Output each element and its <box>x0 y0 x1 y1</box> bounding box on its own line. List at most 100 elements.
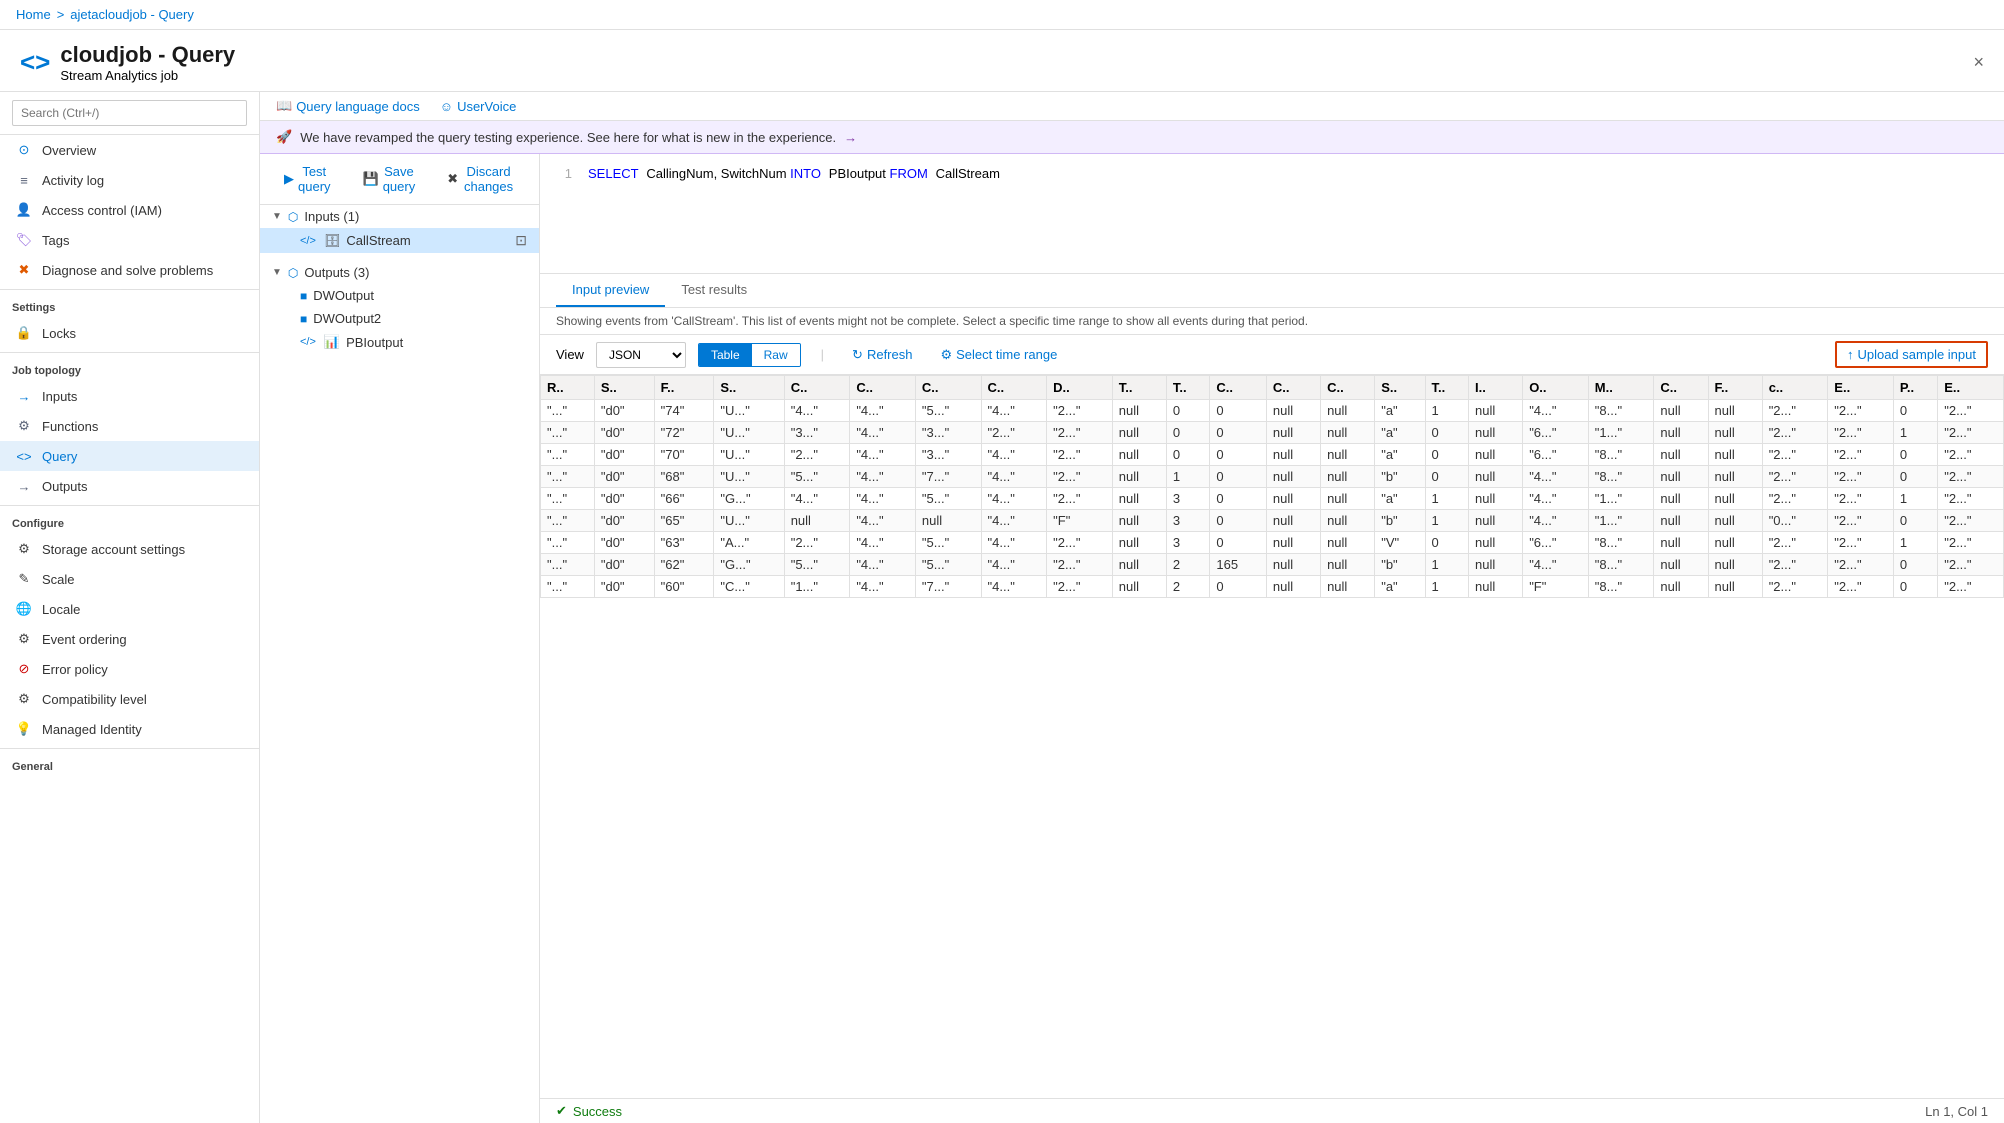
table-cell: "2..." <box>1762 532 1828 554</box>
table-cell: "4..." <box>850 510 916 532</box>
view-format-select[interactable]: JSON CSV AVRO <box>596 342 686 368</box>
table-cell: 2 <box>1166 576 1210 598</box>
table-cell: "2..." <box>1762 422 1828 444</box>
table-cell: null <box>1112 510 1166 532</box>
table-cell: null <box>1708 532 1762 554</box>
table-cell: "2..." <box>1828 488 1894 510</box>
dwoutput-node[interactable]: ■ DWOutput <box>260 284 539 307</box>
select-time-range-button[interactable]: ⚙ Select time range <box>932 343 1065 367</box>
table-cell: "2..." <box>1047 422 1113 444</box>
uservoice-link[interactable]: ☺ UserVoice <box>440 99 517 114</box>
content-area: 📖 Query language docs ☺ UserVoice 🚀 We h… <box>260 92 2004 1123</box>
table-cell: "d0" <box>594 510 654 532</box>
sidebar-item-outputs[interactable]: → Outputs <box>0 471 259 501</box>
access-control-icon: 👤 <box>16 202 32 218</box>
table-row: "...""d0""68""U...""5...""4...""7...""4.… <box>541 466 2004 488</box>
table-cell: null <box>1266 466 1320 488</box>
table-cell: 1 <box>1425 510 1469 532</box>
table-cell: 3 <box>1166 488 1210 510</box>
outputs-tree-node[interactable]: ▼ ⬡ Outputs (3) <box>260 261 539 284</box>
sidebar-item-inputs[interactable]: → Inputs <box>0 381 259 411</box>
inputs-tree-node[interactable]: ▼ ⬡ Inputs (1) <box>260 205 539 228</box>
table-cell: null <box>1654 444 1708 466</box>
discard-changes-button[interactable]: ✖ Discard changes <box>439 160 523 198</box>
sidebar-item-managed-identity[interactable]: 💡 Managed Identity <box>0 714 259 744</box>
table-cell: "d0" <box>594 576 654 598</box>
success-icon: ✔ <box>556 1103 567 1119</box>
table-cell: "68" <box>654 466 714 488</box>
table-cell: "60" <box>654 576 714 598</box>
editor-line-1: 1 SELECT CallingNum, SwitchNum INTO PBIo… <box>540 166 2004 182</box>
toggle-table-button[interactable]: Table <box>699 344 752 366</box>
toggle-raw-button[interactable]: Raw <box>752 344 800 366</box>
table-row: "...""d0""63""A...""2...""4...""5...""4.… <box>541 532 2004 554</box>
test-query-button[interactable]: ▶ Test query <box>276 160 339 198</box>
dwoutput2-node[interactable]: ■ DWOutput2 <box>260 307 539 330</box>
pbioutput-node[interactable]: </> 📊 PBIoutput <box>260 330 539 354</box>
column-header: O.. <box>1523 376 1589 400</box>
sidebar-item-locale[interactable]: 🌐 Locale <box>0 594 259 624</box>
column-header: E.. <box>1828 376 1894 400</box>
sidebar-item-functions[interactable]: ⚙ Functions <box>0 411 259 441</box>
table-cell: null <box>1321 422 1375 444</box>
locks-icon: 🔒 <box>16 325 32 341</box>
inputs-node-label: Inputs (1) <box>304 209 359 224</box>
sidebar-item-compatibility[interactable]: ⚙ Compatibility level <box>0 684 259 714</box>
table-cell: "2..." <box>1762 466 1828 488</box>
upload-sample-input-button[interactable]: ↑ Upload sample input <box>1835 341 1988 368</box>
table-raw-toggle: Table Raw <box>698 343 801 367</box>
table-cell: null <box>1708 422 1762 444</box>
table-cell: null <box>1708 400 1762 422</box>
table-cell: 0 <box>1210 532 1267 554</box>
sidebar-item-activity-log[interactable]: ≡ Activity log <box>0 165 259 195</box>
callstream-node[interactable]: </> 🗄 CallStream ⊡ <box>260 228 539 253</box>
sidebar-item-diagnose[interactable]: ✖ Diagnose and solve problems <box>0 255 259 285</box>
table-cell: "b" <box>1375 510 1425 532</box>
table-cell: "4..." <box>1523 488 1589 510</box>
callstream-db-icon: 🗄 <box>324 233 341 249</box>
sidebar-item-label: Error policy <box>42 662 108 677</box>
sidebar-item-error-policy[interactable]: ⊘ Error policy <box>0 654 259 684</box>
table-cell: 0 <box>1893 554 1937 576</box>
table-cell: 0 <box>1210 444 1267 466</box>
sidebar-item-event-ordering[interactable]: ⚙ Event ordering <box>0 624 259 654</box>
kw-select: SELECT <box>588 166 639 181</box>
table-cell: "U..." <box>714 466 784 488</box>
code-text: SELECT CallingNum, SwitchNum INTO PBIout… <box>588 166 1000 182</box>
code-editor[interactable]: 1 SELECT CallingNum, SwitchNum INTO PBIo… <box>540 154 2004 274</box>
sidebar-item-overview[interactable]: ⊙ Overview <box>0 135 259 165</box>
sidebar-item-locks[interactable]: 🔒 Locks <box>0 318 259 348</box>
table-cell: 3 <box>1166 510 1210 532</box>
table-cell: "A..." <box>714 532 784 554</box>
notice-arrow[interactable]: → <box>844 130 857 145</box>
table-cell: null <box>1708 576 1762 598</box>
table-cell: 3 <box>1166 532 1210 554</box>
sidebar-item-tags[interactable]: 🏷 Tags <box>0 225 259 255</box>
outputs-node-label: Outputs (3) <box>304 265 369 280</box>
tab-test-results[interactable]: Test results <box>665 274 763 307</box>
refresh-button[interactable]: ↻ Refresh <box>844 343 920 367</box>
search-input[interactable] <box>12 100 247 126</box>
table-cell: "2..." <box>1047 488 1113 510</box>
table-cell: "a" <box>1375 422 1425 444</box>
query-icon: <> <box>16 448 32 464</box>
sidebar-item-scale[interactable]: ✎ Scale <box>0 564 259 594</box>
compatibility-icon: ⚙ <box>16 691 32 707</box>
sidebar-item-label: Inputs <box>42 389 77 404</box>
sidebar-item-storage-account[interactable]: ⚙ Storage account settings <box>0 534 259 564</box>
query-lang-docs-link[interactable]: 📖 Query language docs <box>276 98 420 114</box>
table-cell: null <box>1266 488 1320 510</box>
activity-log-icon: ≡ <box>16 172 32 188</box>
divider-line: | <box>821 347 824 362</box>
dwoutput2-icon: ■ <box>300 312 307 326</box>
sidebar-item-query[interactable]: <> Query <box>0 441 259 471</box>
sidebar-item-access-control[interactable]: 👤 Access control (IAM) <box>0 195 259 225</box>
dwoutput-label: DWOutput <box>313 288 374 303</box>
table-cell: "2..." <box>1828 554 1894 576</box>
configure-section-label: Configure <box>0 510 259 534</box>
table-cell: "63" <box>654 532 714 554</box>
close-button[interactable]: × <box>1973 52 1984 73</box>
save-query-button[interactable]: 💾 Save query <box>355 160 424 198</box>
breadcrumb-home[interactable]: Home <box>16 7 51 22</box>
tab-input-preview[interactable]: Input preview <box>556 274 665 307</box>
